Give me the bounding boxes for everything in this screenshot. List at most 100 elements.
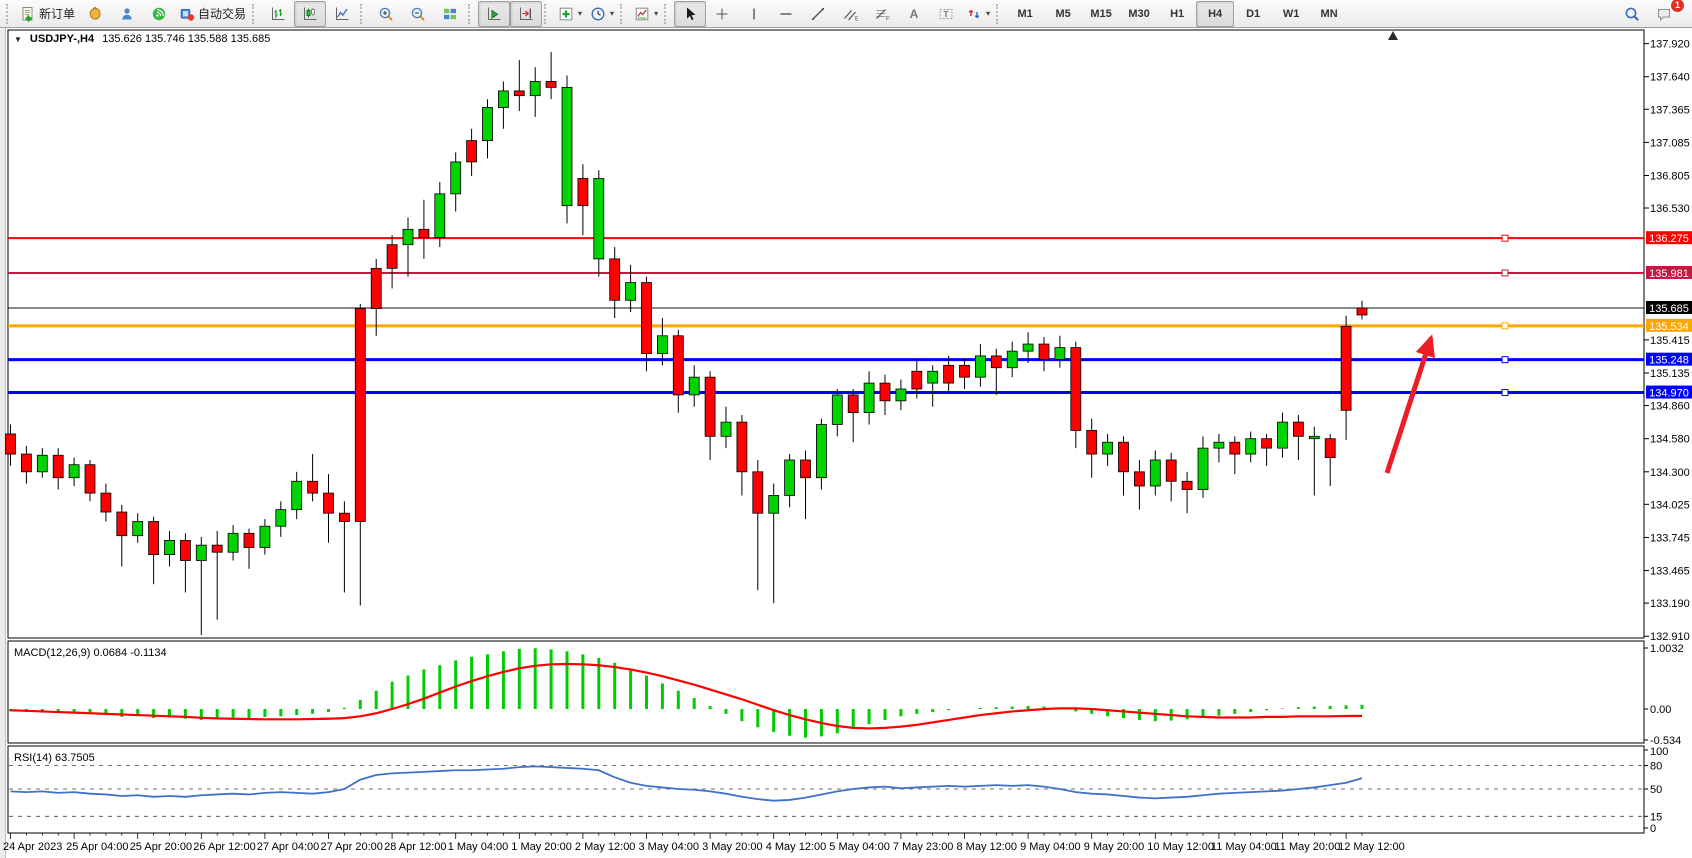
time-axis-label: 25 Apr 04:00 bbox=[66, 841, 128, 853]
candle-body bbox=[864, 383, 874, 413]
time-axis-label: 3 May 04:00 bbox=[639, 841, 700, 853]
time-axis-label: 27 Apr 20:00 bbox=[321, 841, 383, 853]
mt4-window: 新订单自动交易▾▾▾EFAT▾M1M5M15M30H1H4D1W1MN1 ▼ U… bbox=[0, 0, 1692, 858]
one-click-trading-toggle[interactable]: ▼ bbox=[14, 35, 22, 44]
candle-body bbox=[928, 371, 938, 383]
candle-body bbox=[53, 455, 63, 477]
candle-body bbox=[944, 365, 954, 383]
price-tick-label: 136.530 bbox=[1650, 203, 1690, 215]
time-axis-label: 1 May 20:00 bbox=[511, 841, 572, 853]
chart-area[interactable]: 137.920137.640137.365137.085136.805136.5… bbox=[0, 0, 1692, 858]
candle-body bbox=[657, 336, 667, 354]
price-tick-label: 137.365 bbox=[1650, 104, 1690, 116]
price-tick-label: 137.920 bbox=[1650, 39, 1690, 51]
candle-body bbox=[1325, 439, 1335, 458]
price-tick-label: 133.745 bbox=[1650, 532, 1690, 544]
candle-body bbox=[975, 356, 985, 377]
candle-body bbox=[1166, 460, 1176, 481]
rsi-tick-label: 15 bbox=[1650, 811, 1662, 823]
rsi-tick-label: 50 bbox=[1650, 784, 1662, 796]
line-handle[interactable] bbox=[1502, 390, 1508, 396]
candle-body bbox=[292, 481, 302, 509]
candle-body bbox=[244, 533, 254, 547]
candle-body bbox=[1119, 442, 1129, 472]
rsi-tick-label: 100 bbox=[1650, 746, 1668, 758]
candle-body bbox=[101, 493, 111, 512]
candle-body bbox=[196, 545, 206, 560]
time-axis-label: 2 May 12:00 bbox=[575, 841, 636, 853]
price-line-badge-label: 136.275 bbox=[1649, 233, 1689, 245]
candle-body bbox=[546, 81, 556, 87]
time-axis-label: 26 Apr 12:00 bbox=[193, 841, 255, 853]
candle-body bbox=[1071, 348, 1081, 431]
price-line-badge-label: 135.534 bbox=[1649, 321, 1689, 333]
candle-body bbox=[991, 356, 1001, 368]
price-tick-label: 137.640 bbox=[1650, 72, 1690, 84]
candle-body bbox=[1230, 442, 1240, 454]
price-tick-label: 134.025 bbox=[1650, 499, 1690, 511]
candle-body bbox=[642, 283, 652, 354]
candle-body bbox=[816, 424, 826, 477]
candle-body bbox=[1087, 430, 1097, 454]
candle-body bbox=[1182, 481, 1192, 489]
time-axis-label: 4 May 12:00 bbox=[766, 841, 827, 853]
rsi-panel[interactable] bbox=[8, 746, 1644, 833]
candle-body bbox=[228, 533, 238, 552]
price-tick-label: 135.415 bbox=[1650, 335, 1690, 347]
candle-body bbox=[769, 495, 779, 513]
macd-indicator-label: MACD(12,26,9) 0.0684 -0.1134 bbox=[14, 647, 167, 659]
candle-body bbox=[594, 178, 604, 258]
line-handle[interactable] bbox=[1502, 235, 1508, 241]
candle-body bbox=[69, 465, 79, 478]
candle-body bbox=[737, 422, 747, 472]
time-axis-label: 3 May 20:00 bbox=[702, 841, 763, 853]
candle-body bbox=[753, 472, 763, 513]
candle-body bbox=[403, 229, 413, 244]
time-axis-label: 10 May 12:00 bbox=[1147, 841, 1214, 853]
macd-tick-label: 0.00 bbox=[1650, 704, 1671, 716]
candle-body bbox=[85, 465, 95, 493]
candle-body bbox=[562, 87, 572, 205]
candle-body bbox=[371, 268, 381, 308]
current-price-badge-label: 135.685 bbox=[1649, 303, 1689, 315]
candle-body bbox=[324, 493, 334, 513]
candle-body bbox=[387, 245, 397, 269]
candle-body bbox=[1309, 436, 1319, 438]
time-axis-label: 7 May 23:00 bbox=[893, 841, 954, 853]
candle-body bbox=[498, 91, 508, 108]
candle-body bbox=[1134, 472, 1144, 486]
price-tick-label: 133.465 bbox=[1650, 566, 1690, 578]
time-axis-label: 28 Apr 12:00 bbox=[384, 841, 446, 853]
candle-body bbox=[896, 389, 906, 401]
candle-body bbox=[1023, 344, 1033, 351]
candle-body bbox=[180, 540, 190, 560]
time-axis-label: 9 May 20:00 bbox=[1084, 841, 1145, 853]
time-axis-label: 11 May 20:00 bbox=[1275, 841, 1341, 853]
time-axis-label: 12 May 12:00 bbox=[1338, 841, 1405, 853]
candle-body bbox=[419, 229, 429, 237]
candle-body bbox=[832, 395, 842, 425]
candle-body bbox=[1293, 422, 1303, 436]
candle-body bbox=[165, 540, 175, 554]
candle-body bbox=[355, 309, 365, 522]
price-tick-label: 134.300 bbox=[1650, 467, 1690, 479]
candle-body bbox=[610, 259, 620, 300]
line-handle[interactable] bbox=[1502, 323, 1508, 329]
time-axis-label: 5 May 04:00 bbox=[829, 841, 890, 853]
candle-body bbox=[1055, 348, 1065, 360]
candle-body bbox=[1150, 460, 1160, 486]
price-tick-label: 134.580 bbox=[1650, 434, 1690, 446]
candle-body bbox=[451, 162, 461, 194]
candle-body bbox=[1278, 422, 1288, 448]
candle-body bbox=[1007, 351, 1017, 368]
candle-body bbox=[1039, 344, 1049, 359]
candle-body bbox=[6, 434, 16, 454]
line-handle[interactable] bbox=[1502, 270, 1508, 276]
rsi-tick-label: 0 bbox=[1650, 823, 1656, 835]
candle-body bbox=[1246, 439, 1256, 454]
price-line-badge-label: 135.981 bbox=[1649, 268, 1689, 280]
line-handle[interactable] bbox=[1502, 357, 1508, 363]
candle-body bbox=[530, 81, 540, 95]
chart-symbol-period: USDJPY-,H4 bbox=[30, 33, 94, 45]
macd-panel[interactable] bbox=[8, 641, 1644, 743]
